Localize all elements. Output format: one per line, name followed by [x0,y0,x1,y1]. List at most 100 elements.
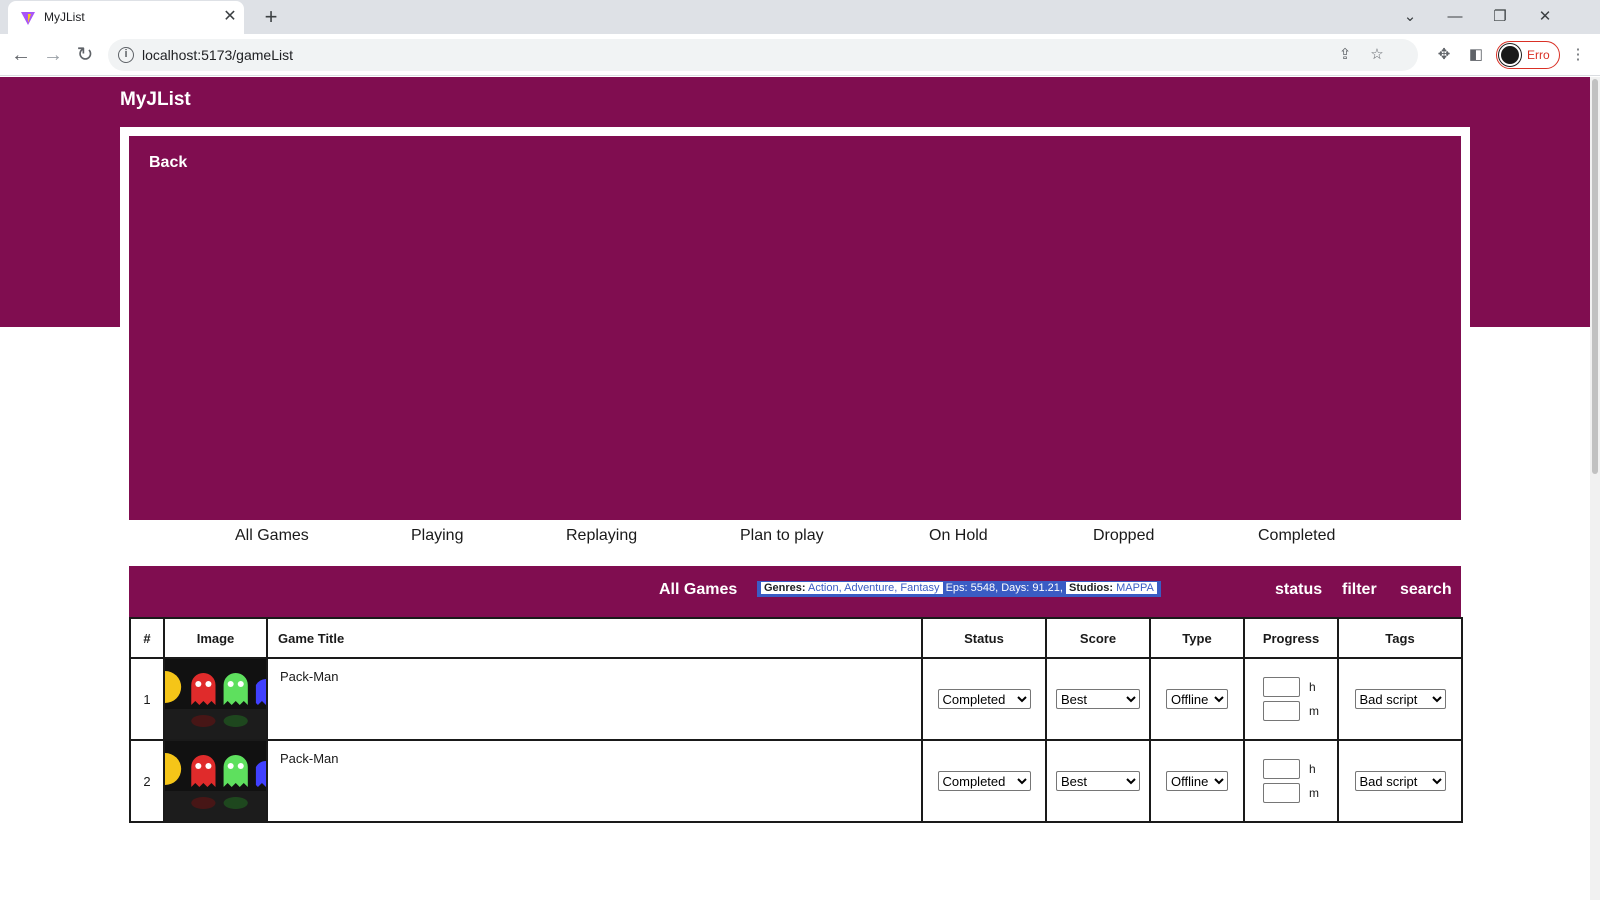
list-title: All Games [659,581,738,598]
extensions-icon[interactable]: ✥ [1432,43,1456,67]
browser-tab[interactable]: MyJList ✕ [8,1,244,34]
tags-select[interactable]: Bad script [1354,689,1446,709]
header-progress: Progress [1243,617,1339,659]
status-cell: Completed [921,657,1047,741]
scrollbar-thumb[interactable] [1592,79,1598,474]
hours-input[interactable] [1263,677,1300,697]
status-select[interactable]: Completed [937,689,1031,709]
game-thumbnail-image [165,741,266,821]
tab-playing[interactable]: Playing [411,527,463,545]
close-window-button[interactable]: ✕ [1531,4,1559,30]
header-tags: Tags [1337,617,1463,659]
table-row: 2 Pack-Man Completed Best Offline h m Ba… [129,739,1463,823]
filter-button[interactable]: filter [1342,581,1377,599]
star-icon[interactable]: ☆ [1366,44,1388,66]
game-thumbnail-image [165,659,266,739]
tab-completed[interactable]: Completed [1258,527,1335,545]
profile-label: Erro [1527,48,1550,62]
type-cell: Offline [1149,739,1245,823]
browser-tab-strip: MyJList ✕ + ⌄ — ❐ ✕ [0,0,1600,34]
reload-icon[interactable]: ↻ [71,41,99,69]
banner: Back [129,136,1461,520]
studios-value: MAPPA [1116,582,1154,594]
browser-toolbar: ← → ↻ i localhost:5173/gameList ⇪ ☆ ✥ ◧ … [0,34,1600,76]
status-select[interactable]: Completed [937,771,1031,791]
new-tab-button[interactable]: + [258,4,284,30]
minutes-row: m [1263,781,1319,805]
score-cell: Best [1045,739,1151,823]
minutes-unit: m [1309,704,1319,718]
header-score: Score [1045,617,1151,659]
studios-label: Studios: [1069,582,1114,594]
hours-unit: h [1309,680,1316,694]
hours-row: h [1263,757,1319,781]
genres-stat: Genres: Action, Adventure, Fantasy [761,582,943,594]
eps-days-stat: Eps: 5548, Days: 91.21, [945,582,1063,594]
status-tabs: All Games Playing Replaying Plan to play… [129,527,1461,565]
profile-button[interactable]: Erro [1496,41,1560,69]
restore-button[interactable]: ❐ [1486,4,1514,30]
row-index: 2 [129,739,165,823]
forward-arrow-icon[interactable]: → [39,41,67,69]
minutes-row: m [1263,699,1319,723]
status-cell: Completed [921,739,1047,823]
progress-inputs: h m [1263,675,1319,723]
minutes-unit: m [1309,786,1319,800]
row-index: 1 [129,657,165,741]
page-viewport: MyJList Back All Games Playing Replaying… [0,77,1590,900]
tab-replaying[interactable]: Replaying [566,527,637,545]
header-type: Type [1149,617,1245,659]
progress-cell: h m [1243,739,1339,823]
type-cell: Offline [1149,657,1245,741]
page-scrollbar[interactable] [1590,77,1600,900]
tags-select[interactable]: Bad script [1354,771,1446,791]
game-image-cell [163,657,268,741]
hours-input[interactable] [1263,759,1300,779]
address-bar[interactable]: i localhost:5173/gameList ⇪ ☆ [108,39,1418,71]
header-index: # [129,617,165,659]
list-stats: Genres: Action, Adventure, Fantasy Eps: … [757,581,1161,597]
progress-cell: h m [1243,657,1339,741]
game-title[interactable]: Pack-Man [266,739,923,823]
score-select[interactable]: Best [1056,771,1140,791]
avatar [1499,44,1521,66]
header-image: Image [163,617,268,659]
tab-all-games[interactable]: All Games [235,527,309,545]
score-cell: Best [1045,657,1151,741]
tab-dropped[interactable]: Dropped [1093,527,1154,545]
search-button[interactable]: search [1400,581,1452,599]
menu-icon[interactable]: ⋮ [1566,43,1590,67]
genres-value: Action, Adventure, Fantasy [808,582,940,594]
status-button[interactable]: status [1275,581,1322,599]
score-select[interactable]: Best [1056,689,1140,709]
info-icon[interactable]: i [118,47,134,63]
genres-label: Genres: [764,582,806,594]
tab-plan-to-play[interactable]: Plan to play [740,527,824,545]
sidebar-icon[interactable]: ◧ [1464,43,1488,67]
share-icon[interactable]: ⇪ [1334,44,1356,66]
progress-inputs: h m [1263,757,1319,805]
minimize-button[interactable]: — [1441,4,1469,30]
type-select[interactable]: Offline [1166,689,1228,709]
tab-title: MyJList [44,10,85,24]
game-image-cell [163,739,268,823]
tab-on-hold[interactable]: On Hold [929,527,988,545]
url-text[interactable]: localhost:5173/gameList [142,47,293,63]
tags-cell: Bad script [1337,657,1463,741]
type-select[interactable]: Offline [1166,771,1228,791]
tab-search-icon[interactable]: ⌄ [1396,4,1424,30]
back-arrow-icon[interactable]: ← [7,41,35,69]
vite-logo-icon [21,12,35,25]
tab-close-icon[interactable]: ✕ [220,7,240,27]
studios-stat: Studios: MAPPA [1066,582,1157,594]
list-toolbar: All Games Genres: Action, Adventure, Fan… [129,566,1461,617]
header-status: Status [921,617,1047,659]
site-brand[interactable]: MyJList [120,89,191,111]
banner-frame: Back [120,127,1470,529]
game-table: # Image Game Title Status Score Type Pro… [129,617,1463,823]
back-button[interactable]: Back [149,154,187,172]
game-title[interactable]: Pack-Man [266,657,923,741]
minutes-input[interactable] [1263,783,1300,803]
table-row: 1 Pack-Man Completed Best Offline h m Ba… [129,657,1463,741]
minutes-input[interactable] [1263,701,1300,721]
